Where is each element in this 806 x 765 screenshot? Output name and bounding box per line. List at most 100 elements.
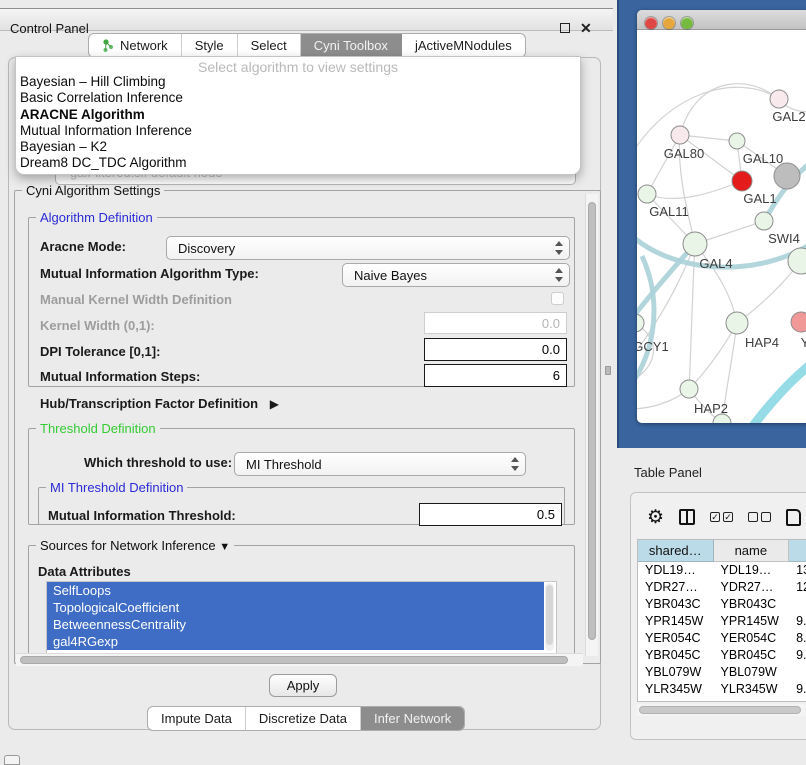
- table-horizontal-scrollbar[interactable]: [637, 704, 806, 716]
- columns-icon[interactable]: [679, 509, 695, 525]
- table-row[interactable]: YIL052CYIL052C9: [638, 698, 806, 702]
- tab-cyni-toolbox[interactable]: Cyni Toolbox: [301, 34, 402, 57]
- mi-algorithm-type-select[interactable]: Naive Bayes: [342, 263, 570, 287]
- export-table-icon[interactable]: [786, 509, 801, 526]
- column-header-name[interactable]: name: [714, 540, 790, 562]
- tab-label: jActiveMNodules: [415, 38, 512, 53]
- network-window-titlebar[interactable]: [637, 10, 806, 30]
- network-node-gal80[interactable]: [671, 126, 689, 144]
- network-edge: [647, 135, 680, 194]
- table-cell: YDL19…: [714, 562, 790, 579]
- network-node-gal10[interactable]: [729, 133, 745, 149]
- hub-definition-toggle[interactable]: Hub/Transcription Factor Definition ▶: [40, 396, 279, 411]
- network-node-gal1[interactable]: [732, 171, 752, 191]
- table-row[interactable]: YBL079WYBL079W: [638, 664, 806, 681]
- column-header[interactable]: [789, 540, 806, 562]
- table-row[interactable]: YBR045CYBR045C9.: [638, 647, 806, 664]
- minimize-traffic-light[interactable]: [663, 17, 675, 29]
- table-cell: YDR27…: [638, 579, 714, 596]
- table-cell: YBL079W: [638, 664, 714, 681]
- network-node-hap4[interactable]: [726, 312, 748, 334]
- dock-panel-icon[interactable]: [4, 755, 20, 765]
- deselect-all-columns-icon[interactable]: [748, 512, 771, 522]
- data-attributes-label: Data Attributes: [38, 564, 131, 579]
- attribute-item-selected[interactable]: SelfLoops: [47, 582, 544, 599]
- sources-group-title[interactable]: Sources for Network Inference ▼: [36, 538, 234, 553]
- mi-steps-label: Mutual Information Steps:: [40, 369, 200, 384]
- zoom-traffic-light[interactable]: [681, 17, 693, 29]
- close-traffic-light[interactable]: [645, 17, 657, 29]
- node-table[interactable]: shared…name YDL19…YDL19…13YDR27…YDR27…12…: [637, 539, 806, 702]
- settings-horizontal-scrollbar[interactable]: [16, 653, 583, 666]
- float-window-icon[interactable]: [560, 23, 570, 33]
- attribute-item-selected[interactable]: BetweennessCentrality: [47, 616, 544, 633]
- network-graph: GAL2GAL80GAL10GAL1GAL11SWI4GAL4GCY1HAP4Y…: [637, 31, 806, 423]
- network-node-hap2[interactable]: [680, 380, 698, 398]
- mi-threshold-field[interactable]: 0.5: [419, 503, 562, 526]
- algorithm-option[interactable]: Bayesian – K2: [16, 139, 580, 155]
- close-icon[interactable]: ✕: [580, 20, 592, 37]
- tab-discretize-data[interactable]: Discretize Data: [246, 707, 361, 730]
- network-node-gal4[interactable]: [683, 232, 707, 256]
- network-canvas[interactable]: GAL2GAL80GAL10GAL1GAL11SWI4GAL4GCY1HAP4Y…: [637, 31, 806, 423]
- control-panel-titlebar: Control Panel ✕: [0, 8, 613, 31]
- table-cell: 9.: [789, 613, 806, 630]
- settings-vertical-scrollbar[interactable]: [585, 194, 598, 656]
- network-window[interactable]: GAL2GAL80GAL10GAL1GAL11SWI4GAL4GCY1HAP4Y…: [637, 10, 806, 423]
- tab-infer-network[interactable]: Infer Network: [361, 707, 464, 730]
- dpi-tolerance-label: DPI Tolerance [0,1]:: [40, 344, 160, 359]
- table-cell: YBR043C: [714, 596, 790, 613]
- apply-button[interactable]: Apply: [269, 674, 337, 697]
- tab-style[interactable]: Style: [182, 34, 238, 57]
- table-row[interactable]: YLR345WYLR345W9.: [638, 681, 806, 698]
- algorithm-option[interactable]: Bayesian – Hill Climbing: [16, 74, 580, 90]
- table-cell: YPR145W: [714, 613, 790, 630]
- gear-icon[interactable]: ⚙: [647, 506, 664, 529]
- table-row[interactable]: YER054CYER054C8.: [638, 630, 806, 647]
- tab-network[interactable]: Network: [89, 34, 182, 57]
- network-edge: [647, 181, 742, 198]
- column-header-shared[interactable]: shared…: [638, 540, 714, 562]
- table-cell: 9.: [789, 681, 806, 698]
- algorithm-option[interactable]: Mutual Information Inference: [16, 123, 580, 139]
- algorithm-option[interactable]: Basic Correlation Inference: [16, 90, 580, 106]
- control-panel-tab-bar: NetworkStyle Select Cyni Toolbox jActiveMNo…: [88, 33, 526, 58]
- table-row[interactable]: YDR27…YDR27…12: [638, 579, 806, 596]
- node-label: GAL2: [772, 109, 805, 124]
- network-node[interactable]: [774, 163, 800, 189]
- table-row[interactable]: YPR145WYPR145W9.: [638, 613, 806, 630]
- table-row[interactable]: YDL19…YDL19…13: [638, 562, 806, 579]
- panel-splitter[interactable]: [605, 366, 611, 375]
- network-node-gal11[interactable]: [638, 185, 656, 203]
- which-threshold-select[interactable]: MI Threshold: [234, 452, 526, 476]
- kernel-width-field[interactable]: 0.0: [424, 312, 567, 334]
- mi-steps-field[interactable]: 6: [424, 364, 567, 387]
- attribute-item-selected[interactable]: TopologicalCoefficient: [47, 599, 544, 616]
- table-cell: YBL079W: [714, 664, 790, 681]
- attribute-list-scrollbar[interactable]: [545, 583, 554, 651]
- data-attributes-list[interactable]: SelfLoopsTopologicalCoefficientBetweenne…: [46, 581, 557, 654]
- network-icon: [102, 39, 115, 53]
- network-node-y[interactable]: [791, 312, 806, 332]
- tab-label: Select: [251, 38, 287, 53]
- select-all-columns-icon[interactable]: ✓✓: [710, 512, 733, 522]
- dpi-tolerance-field[interactable]: 0.0: [424, 338, 567, 361]
- mi-threshold-label: Mutual Information Threshold:: [48, 508, 236, 523]
- tab-jactivemnodules[interactable]: jActiveMNodules: [402, 34, 525, 57]
- node-label: GAL11: [649, 204, 689, 219]
- cyni-bottom-tab-bar: Impute DataDiscretize DataInfer Network: [147, 706, 465, 731]
- algorithm-option[interactable]: Dream8 DC_TDC Algorithm: [16, 155, 580, 171]
- table-row[interactable]: YBR043CYBR043C: [638, 596, 806, 613]
- table-panel: ⚙ ✓✓ shared…name YDL19…YDL19…13YDR27…YDR…: [630, 492, 806, 740]
- algorithm-option[interactable]: ARACNE Algorithm: [16, 107, 580, 123]
- chevron-down-icon: ▼: [219, 541, 230, 553]
- aracne-mode-select[interactable]: Discovery: [166, 236, 570, 260]
- tab-select[interactable]: Select: [238, 34, 301, 57]
- attribute-item-selected[interactable]: gal4RGexp: [47, 633, 544, 650]
- network-node-gal2[interactable]: [770, 90, 788, 108]
- stepper-arrows-icon: [554, 241, 563, 255]
- manual-kernel-checkbox[interactable]: [551, 292, 564, 305]
- network-node-swi4[interactable]: [755, 212, 773, 230]
- tab-impute-data[interactable]: Impute Data: [148, 707, 246, 730]
- table-cell: YER054C: [638, 630, 714, 647]
